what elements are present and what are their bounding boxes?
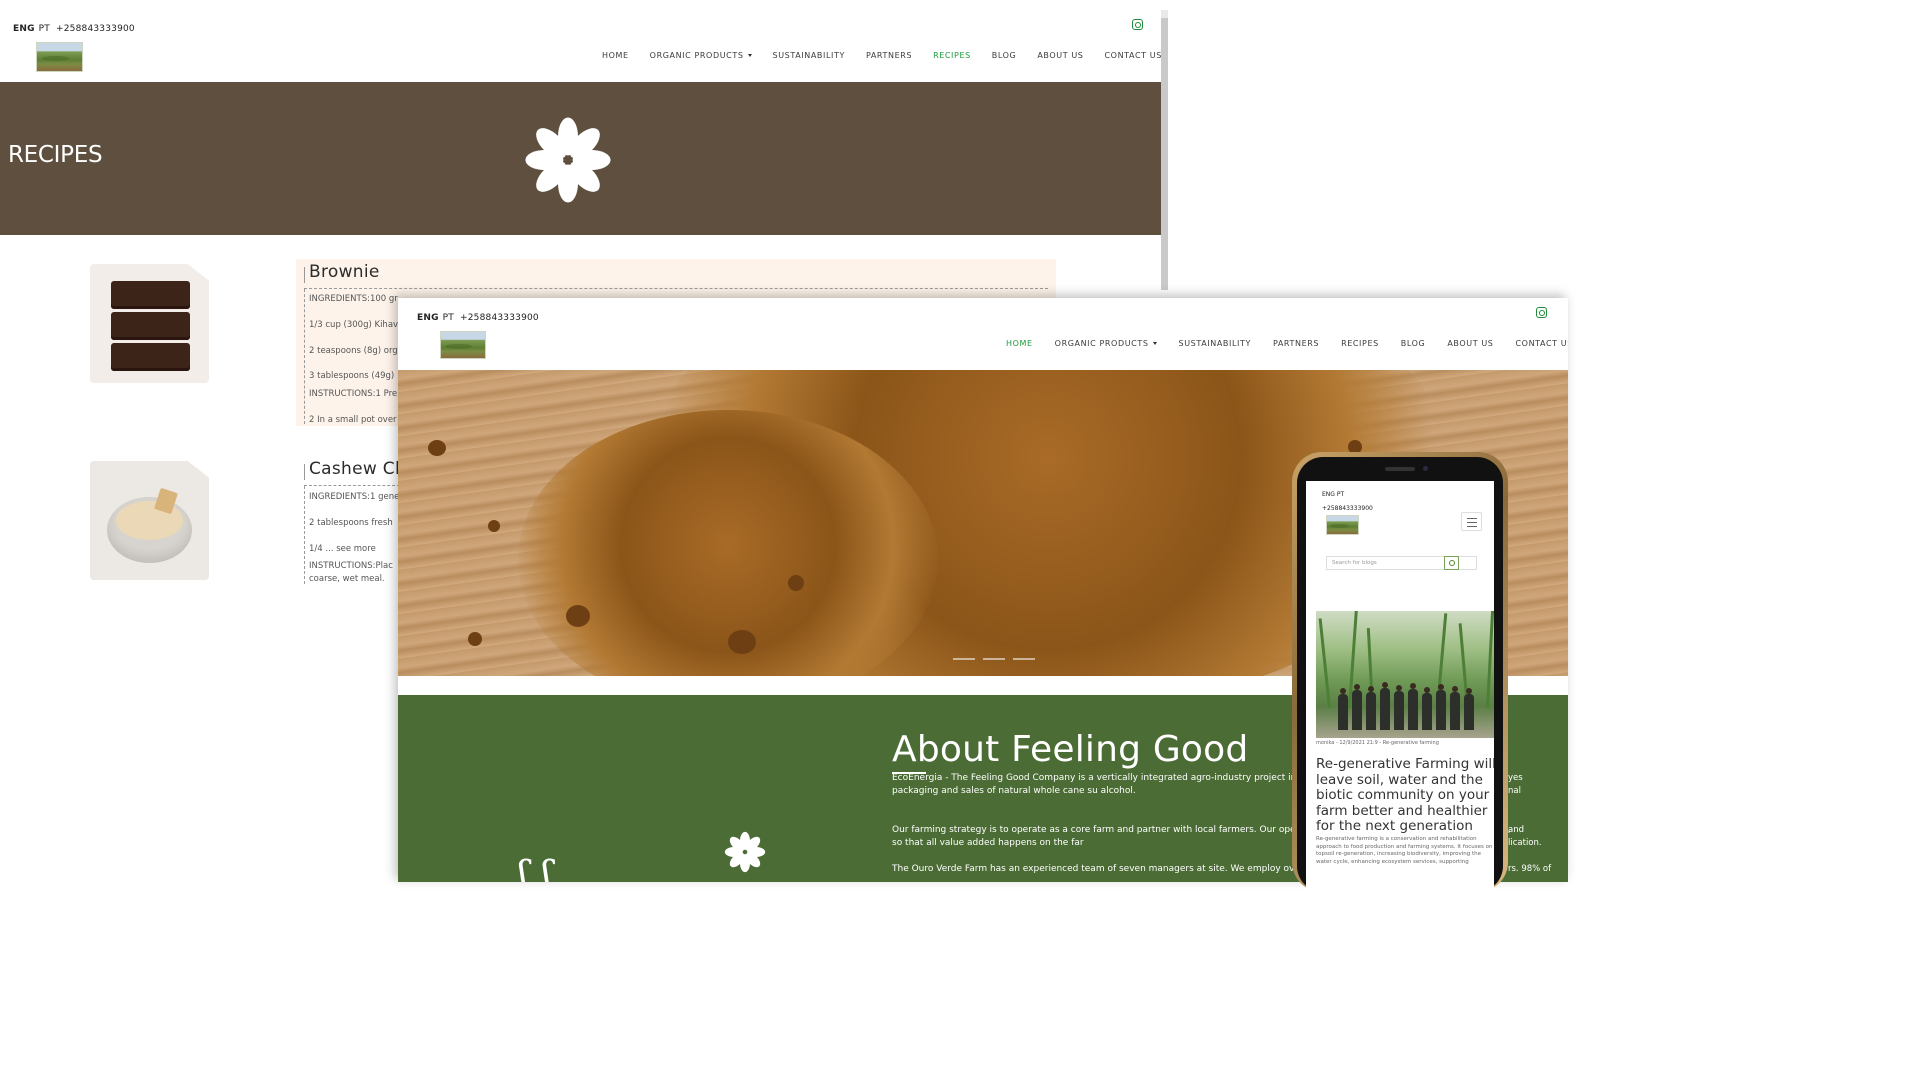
decorative-script: ʃ ʃ: [518, 853, 553, 882]
nav-organic-products[interactable]: ORGANIC PRODUCTS: [650, 51, 752, 60]
nav-home[interactable]: HOME: [602, 51, 629, 60]
nav-organic-products[interactable]: ORGANIC PRODUCTS: [1055, 339, 1157, 348]
flower-logo-icon: [716, 823, 774, 881]
language-phone-bar: ENG PT +258843333900: [13, 24, 135, 34]
about-text-fragment: nal: [1508, 786, 1521, 796]
lang-pt-link[interactable]: PT: [39, 24, 50, 34]
site-logo[interactable]: [440, 331, 486, 359]
site-logo[interactable]: [1326, 515, 1359, 535]
recipe-line: INGREDIENTS:100 gr: [309, 294, 398, 304]
cashew-dip-image[interactable]: [90, 461, 209, 580]
nav-blog[interactable]: BLOG: [1401, 339, 1426, 348]
chevron-down-icon: [1152, 342, 1157, 345]
about-text-fragment: and: [1508, 825, 1524, 835]
brownie-image[interactable]: [90, 264, 209, 383]
recipe-card-cashew[interactable]: Cashew Cl INGREDIENTS:1 gene 2 tablespoo…: [296, 456, 400, 586]
nav-recipes[interactable]: RECIPES: [933, 51, 971, 60]
about-text-fragment: lication.: [1508, 838, 1542, 848]
slider-indicators[interactable]: [953, 658, 1035, 660]
lang-switch[interactable]: ENG PT: [1322, 491, 1344, 498]
language-phone-bar: ENG PT +258843333900: [417, 313, 539, 323]
phone-camera: [1423, 466, 1428, 471]
recipe-title[interactable]: Brownie: [309, 262, 380, 282]
page-title: RECIPES: [8, 142, 103, 168]
phone-number: +258843333900: [1322, 505, 1373, 512]
main-nav: HOME ORGANIC PRODUCTS SUSTAINABILITY PARTNE…: [1006, 339, 1568, 348]
hamburger-menu-icon[interactable]: [1461, 512, 1482, 531]
blog-post-meta: monika - 12/9/2021 21:9 - Re-generative …: [1316, 740, 1439, 746]
instagram-icon[interactable]: [1132, 19, 1143, 30]
chevron-down-icon: [747, 54, 752, 57]
recipe-line: 3 tablespoons (49g): [309, 371, 395, 381]
scrollbar[interactable]: [1161, 10, 1168, 290]
recipe-title[interactable]: Cashew Cl: [309, 459, 400, 479]
mobile-blog-screen: ENG PT +258843333900 Search for blogs mo…: [1306, 481, 1494, 901]
flower-logo-icon: [505, 100, 630, 220]
blog-post-title[interactable]: Re-generative Farming will leave soil, w…: [1316, 756, 1494, 835]
phone-number: +258843333900: [56, 24, 135, 34]
recipe-line: 1/3 cup (300g) Kihavo: [309, 320, 404, 330]
about-text-fragment: rs. 98% of: [1508, 864, 1552, 874]
blog-post-image[interactable]: [1316, 611, 1494, 738]
site-logo[interactable]: [36, 42, 83, 72]
search-icon[interactable]: [1444, 556, 1459, 570]
nav-sustainability[interactable]: SUSTAINABILITY: [1179, 339, 1251, 348]
phone-speaker: [1385, 467, 1415, 471]
recipe-line: INGREDIENTS:1 gene: [309, 492, 400, 502]
recipe-line: 2 tablespoons fresh: [309, 518, 393, 528]
recipe-line: INSTRUCTIONS:1 Pre: [309, 389, 398, 399]
about-text-fragment: yes: [1508, 773, 1523, 783]
phone-number: +258843333900: [460, 313, 539, 323]
nav-blog[interactable]: BLOG: [992, 51, 1017, 60]
lang-eng-link[interactable]: ENG: [13, 24, 35, 34]
nav-recipes[interactable]: RECIPES: [1341, 339, 1379, 348]
recipe-line: 2 teaspoons (8g) org: [309, 346, 398, 356]
lang-eng-link[interactable]: ENG: [417, 313, 439, 323]
main-nav: HOME ORGANIC PRODUCTS SUSTAINABILITY PARTNE…: [602, 51, 1162, 60]
phone-mockup: ENG PT +258843333900 Search for blogs mo…: [1292, 452, 1508, 901]
nav-sustainability[interactable]: SUSTAINABILITY: [773, 51, 845, 60]
recipes-hero-banner: RECIPES: [0, 82, 1161, 235]
about-title: About Feeling Good: [892, 729, 1249, 770]
recipe-line: INSTRUCTIONS:Plac: [309, 561, 393, 571]
nav-contact-us[interactable]: CONTACT US: [1104, 51, 1161, 60]
instagram-icon[interactable]: [1536, 307, 1547, 318]
blog-post-excerpt: Re-generative farming is a conservation …: [1316, 836, 1493, 865]
nav-partners[interactable]: PARTNERS: [1273, 339, 1319, 348]
recipe-line: coarse, wet meal.: [309, 574, 385, 584]
see-more-link[interactable]: 1/4 ... see more: [309, 544, 376, 554]
nav-about-us[interactable]: ABOUT US: [1447, 339, 1493, 348]
nav-partners[interactable]: PARTNERS: [866, 51, 912, 60]
nav-home[interactable]: HOME: [1006, 339, 1033, 348]
lang-pt-link[interactable]: PT: [443, 313, 454, 323]
nav-about-us[interactable]: ABOUT US: [1037, 51, 1083, 60]
nav-contact-us[interactable]: CONTACT US: [1515, 339, 1568, 348]
recipe-line: 2 In a small pot over: [309, 415, 397, 425]
